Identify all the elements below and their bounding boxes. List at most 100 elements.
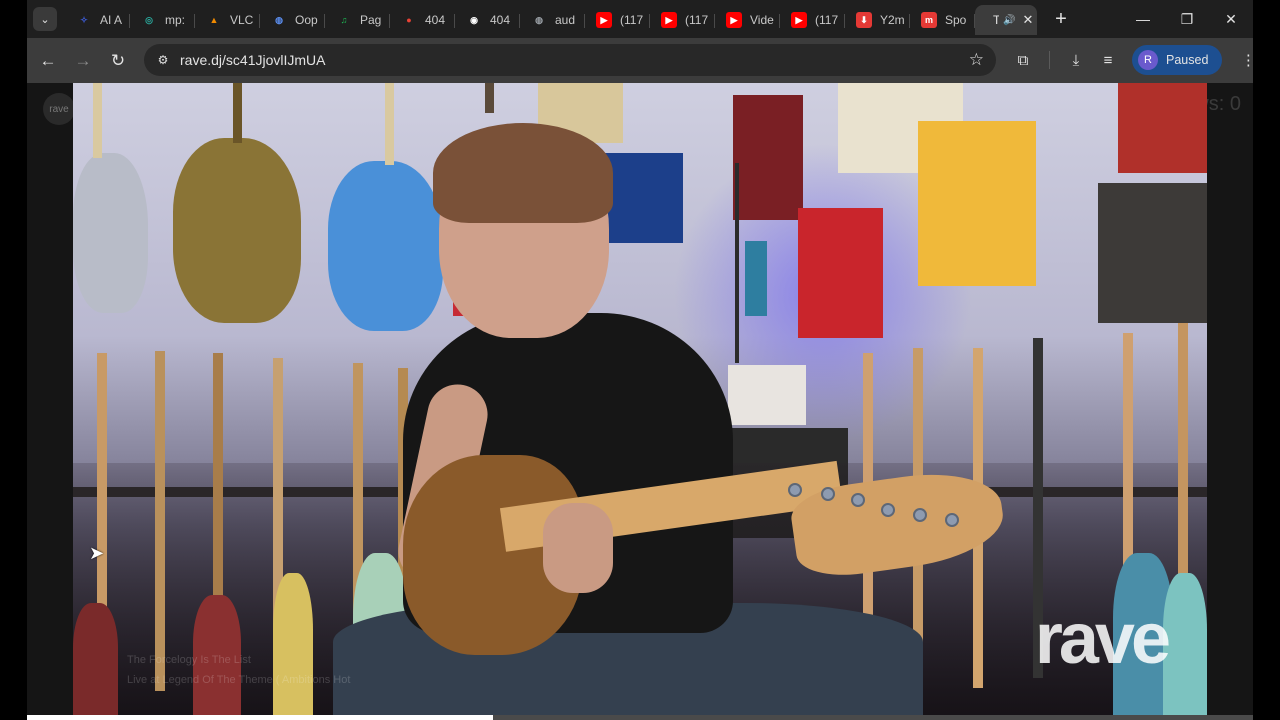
- m-icon: m: [921, 12, 937, 28]
- wall-guitar-zebra: [173, 138, 301, 323]
- now-playing-line1: The Forcelogy Is The List: [127, 654, 251, 666]
- tab-title: (117: [815, 13, 839, 27]
- sign-old-judge: [733, 95, 803, 220]
- tab-active[interactable]: T 🔊 ✕: [975, 5, 1037, 35]
- forward-button[interactable]: →: [67, 45, 99, 77]
- tab-search-button[interactable]: ⌄: [33, 7, 57, 31]
- vlc-cone-icon: ▲: [209, 15, 219, 25]
- arrow-left-icon: ←: [39, 50, 57, 70]
- wall-guitar-neck: [233, 83, 242, 143]
- floor-guitar: [155, 351, 165, 691]
- chevron-down-icon: ⌄: [40, 13, 50, 26]
- media-controls-button[interactable]: ≡: [1092, 44, 1124, 76]
- tab-0[interactable]: ✧ AI A: [65, 5, 130, 35]
- tab-title: (117: [685, 13, 709, 27]
- address-bar[interactable]: ⚙ rave.dj/sc41JjovlIJmUA ☆: [144, 44, 996, 76]
- globe-icon: ◍: [275, 14, 283, 25]
- video-player[interactable]: rave: [73, 83, 1207, 715]
- tab-title: Vide: [750, 13, 774, 27]
- github-icon: ◉: [470, 14, 478, 25]
- nav-buttons: ← → ↻: [32, 45, 134, 77]
- tab-strip: ⌄ ✧ AI A ◎ mp: ▲ VLC ◍ Oop ♫ Pag ● 404 ◉ 404 ◍ aud ▶ (117…: [27, 0, 1253, 38]
- tab-9[interactable]: ▶ (117: [650, 5, 715, 35]
- close-icon: ✕: [1225, 10, 1237, 27]
- extensions-button[interactable]: ⧉: [1007, 44, 1039, 76]
- tab-title: 404: [490, 13, 511, 27]
- globe-icon: ◍: [535, 14, 543, 25]
- tab-6[interactable]: ◉ 404: [455, 5, 520, 35]
- dots-icon: ●: [406, 15, 412, 25]
- tab-close-icon[interactable]: ✕: [1022, 12, 1033, 28]
- plus-icon: +: [1055, 7, 1067, 30]
- download-icon: ⬇: [856, 12, 872, 28]
- amplifier: [728, 365, 806, 425]
- wall-guitar-neck: [385, 83, 394, 165]
- tab-1[interactable]: ◎ mp:: [130, 5, 195, 35]
- download-icon: ⤓: [1072, 51, 1080, 69]
- tab-title: Y2m: [880, 13, 905, 27]
- sign-beer: [1118, 83, 1207, 173]
- tab-title: Spo: [945, 13, 967, 27]
- browser-menu-button[interactable]: ⋮: [1232, 44, 1264, 76]
- tab-12[interactable]: ⬇ Y2m: [845, 5, 910, 35]
- profile-button[interactable]: R Paused: [1132, 45, 1223, 75]
- downloads-button[interactable]: ⤓: [1060, 44, 1092, 76]
- tuning-peg: [821, 487, 835, 501]
- person-right-hand: [543, 503, 613, 593]
- tab-title: AI A: [100, 13, 123, 27]
- light-stand: [735, 163, 739, 363]
- arrow-right-icon: →: [74, 50, 92, 70]
- url-text[interactable]: rave.dj/sc41JjovlIJmUA: [180, 52, 326, 68]
- mouse-cursor-icon: ➤: [89, 543, 105, 563]
- now-playing-overlay: The Forcelogy Is The List Live at Legend…: [127, 650, 350, 690]
- wall-guitar-neck: [93, 83, 102, 158]
- tab-title: 404: [425, 13, 446, 27]
- music-note-icon: ♫: [340, 15, 348, 25]
- reload-button[interactable]: ↻: [102, 45, 134, 77]
- new-tab-button[interactable]: +: [1049, 8, 1073, 31]
- tab-11[interactable]: ▶ (117: [780, 5, 845, 35]
- sign-dark-poster: [1098, 183, 1207, 323]
- close-window-button[interactable]: ✕: [1209, 0, 1253, 38]
- restore-icon: ❐: [1180, 10, 1194, 27]
- tab-list: ✧ AI A ◎ mp: ▲ VLC ◍ Oop ♫ Pag ● 404 ◉ 404 ◍ aud ▶ (117 ▶ (…: [65, 0, 975, 38]
- tab-8[interactable]: ▶ (117: [585, 5, 650, 35]
- tab-2[interactable]: ▲ VLC: [195, 5, 260, 35]
- rave-logo[interactable]: rave: [43, 93, 75, 125]
- toolbar-divider: [1049, 51, 1050, 69]
- toolbar-actions: ⧉ ⤓ ≡ R Paused ⋮: [1007, 44, 1264, 76]
- tuning-peg: [945, 513, 959, 527]
- page-content: rave Views: 0: [27, 83, 1253, 720]
- tab-3[interactable]: ◍ Oop: [260, 5, 325, 35]
- youtube-icon: ▶: [596, 12, 612, 28]
- now-playing-line2: Live at Legend Of The Theme ( Ambitions …: [127, 674, 351, 686]
- tab-4[interactable]: ♫ Pag: [325, 5, 390, 35]
- tab-title: aud: [555, 13, 576, 27]
- minimize-icon: —: [1136, 11, 1150, 27]
- sign-budweiser: [601, 153, 683, 243]
- tab-7[interactable]: ◍ aud: [520, 5, 585, 35]
- reload-icon: ↻: [110, 50, 126, 70]
- tab-5[interactable]: ● 404: [390, 5, 455, 35]
- profile-status: Paused: [1166, 53, 1209, 67]
- back-button[interactable]: ←: [32, 45, 64, 77]
- tuning-peg: [881, 503, 895, 517]
- rave-watermark: rave: [1034, 599, 1171, 679]
- speaker-icon[interactable]: 🔊: [1003, 15, 1015, 26]
- wall-guitar-blue: [328, 161, 443, 331]
- bookmark-star-icon[interactable]: ☆: [969, 50, 984, 70]
- wall-guitar-white: [73, 153, 148, 313]
- tab-title: T: [993, 13, 999, 27]
- sign-motor-oil: [798, 208, 883, 338]
- person-hair: [433, 123, 613, 223]
- minimize-button[interactable]: —: [1121, 0, 1165, 38]
- tab-10[interactable]: ▶ Vide: [715, 5, 780, 35]
- video-progress-bar[interactable]: [27, 715, 1253, 720]
- tuning-peg: [913, 508, 927, 522]
- tuning-peg: [851, 493, 865, 507]
- window-controls: — ❐ ✕: [1121, 0, 1253, 38]
- restore-button[interactable]: ❐: [1165, 0, 1209, 38]
- tab-13[interactable]: m Spo: [910, 5, 975, 35]
- site-settings-icon[interactable]: ⚙: [154, 53, 172, 67]
- youtube-icon: ▶: [791, 12, 807, 28]
